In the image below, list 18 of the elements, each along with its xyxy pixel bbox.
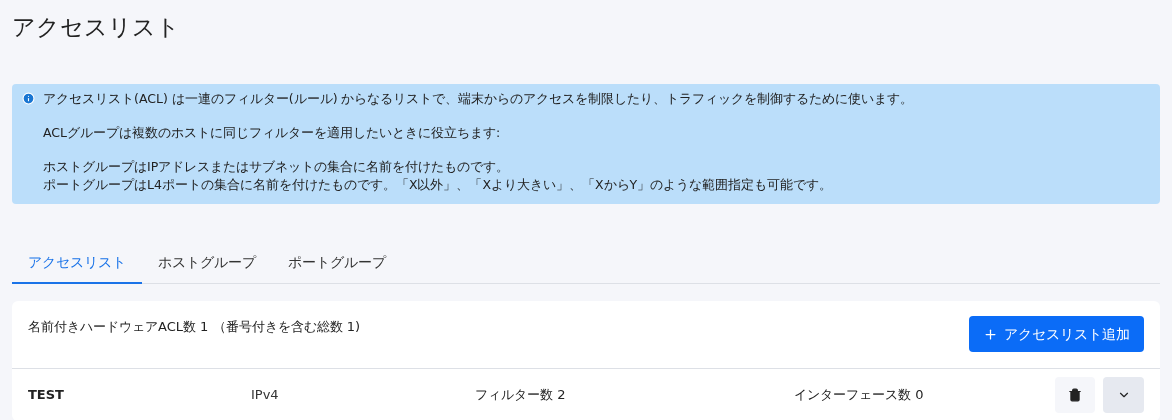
summary-text: 名前付きハードウェアACL数 1 （番号付きを含む総数 1) bbox=[28, 318, 360, 336]
plus-icon bbox=[983, 326, 998, 342]
info-text: ACLグループは複数のホストに同じフィルターを適用したいときに役立ちます: bbox=[43, 124, 502, 142]
interface-count: インターフェース数 0 bbox=[794, 385, 925, 404]
info-text: ホストグループはIPアドレスまたはサブネットの集合に名前を付けたものです。 bbox=[43, 158, 511, 176]
add-button[interactable]: アクセスリスト追加 bbox=[969, 316, 1144, 352]
info-icon bbox=[22, 92, 35, 105]
delete-button[interactable] bbox=[1055, 376, 1095, 413]
info-text: アクセスリスト(ACL) は一連のフィルター(ルール) からなるリストで、端末からのアクセスを制限したり、トラフィックを制御するために使います。 bbox=[43, 90, 914, 108]
acl-name: TEST bbox=[28, 385, 65, 404]
tab[interactable]: ポートグループ bbox=[272, 242, 402, 284]
ip-version: IPv4 bbox=[251, 385, 280, 404]
info-text: ポートグループはL4ポートの集合に名前を付けたものです。「X以外」、「Xより大きい」、「XからY」のような範囲指定も可能です。 bbox=[43, 176, 834, 194]
tab[interactable]: ホストグループ bbox=[142, 242, 272, 284]
tab[interactable]: アクセスリスト bbox=[12, 242, 142, 284]
filter-count: フィルター数 2 bbox=[475, 385, 567, 404]
trash-icon bbox=[1068, 387, 1082, 402]
page-title: アクセスリスト bbox=[12, 13, 181, 42]
